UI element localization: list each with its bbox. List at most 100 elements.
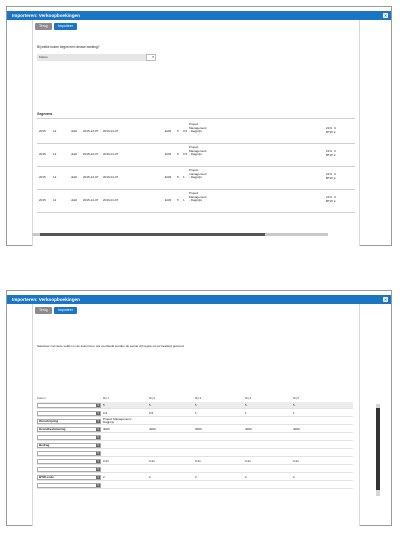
mapping-row: ▼ [37,482,353,489]
chevron-down-icon[interactable]: ▼ [96,444,100,447]
mapping-row: Grondbeslistening ▼ 4000 4000 3000 3000 3000 [37,426,353,433]
chevron-down-icon[interactable]: ▼ [96,428,100,431]
row-date2: 2016-01-07 [103,198,119,202]
mapping-row: ▼ 0.5 0.5 1 1 1 [37,410,353,417]
row-n1: 5 [177,198,179,202]
chevron-down-icon[interactable]: ▼ [96,484,100,487]
back-button[interactable]: Terug [35,307,52,314]
row-description: Project Management - Dagprijs [189,122,207,134]
cell-value: 1 [293,411,295,415]
row-status: draft [71,198,78,202]
cell-value: 5 [293,403,295,407]
window-titlebar: Importeren: Verkoopboekingen ✕ [7,11,391,20]
vertical-scrollbar[interactable] [376,404,380,496]
chevron-down-icon[interactable]: ▼ [96,468,100,471]
cell-value: 4000 [103,427,110,431]
window-title: Importeren: Verkoopboekingen [12,297,80,302]
chevron-down-icon[interactable]: ▼ [96,436,100,439]
row-description: Project Management - Dagprijs [189,191,207,203]
data-section-label: Gegevens [37,112,53,116]
scrollbar-thumb[interactable] [376,408,380,490]
row-year: 2015 [39,129,46,133]
cell-value: 5 [195,403,197,407]
column-header: Rij 3 [195,396,202,400]
row-n2: 0.5 [183,129,188,133]
import-button[interactable]: Importeer [54,307,77,314]
row-status: draft [71,152,78,156]
close-icon[interactable]: ✕ [383,297,388,302]
row-currency: EUR [165,198,172,202]
column-select[interactable]: ▼ [37,483,101,488]
row-n1: 5 [177,175,179,179]
row-currency: EUR [165,129,172,133]
mapping-row: Omschrijving ▼ Project Management - Dagpri… [37,417,353,425]
row-date1: 2015-12-07 [83,175,99,179]
cell-value: 4000 [149,427,156,431]
kolom-input[interactable]: 5 [146,54,156,61]
voucher-row: 2015 12 draft 2015-12-07 2016-01-07 EUR 5 1 Proj… [37,167,355,189]
mapping-row: ▼ 5 5 5 5 5 [37,402,353,409]
column-select[interactable]: Grondbeslistening ▼ [37,427,101,432]
column-select[interactable]: ▼ [37,467,101,472]
column-header: Kolom [37,396,46,400]
column-select[interactable]: ▼ [37,435,101,440]
row-n1: 5 [177,129,179,133]
column-select[interactable]: ▼ [37,403,101,408]
cell-value: 5 [149,403,151,407]
close-icon[interactable]: ✕ [383,13,388,18]
row-period: 12 [53,129,57,133]
row-year: 2015 [39,198,46,202]
cell-value: 3000 [245,427,252,431]
import-window-step1: Importeren: Verkoopboekingen ✕ Terug Imp… [6,6,392,246]
row-period: 12 [53,175,57,179]
cell-value: 3000 [195,427,202,431]
start-column-question: Bij welke kolom begint een nieuwe boekin… [37,45,100,49]
chevron-down-icon[interactable]: ▼ [96,404,100,407]
import-window-step2: Importeren: Verkoopboekingen ✕ Terug Imp… [6,290,392,526]
row-tax-value: C k [334,126,337,134]
cell-value: 2 [245,475,247,479]
scrollbar-thumb[interactable] [40,233,265,236]
voucher-row: 2015 12 draft 2015-12-07 2016-01-07 EUR 5 0.5 Pr… [37,121,355,143]
voucher-row: 2015 12 draft 2015-12-07 2016-01-07 EUR 5 0.5 Pr… [37,144,355,166]
column-select[interactable]: ▼ [37,459,101,464]
row-period: 12 [53,152,57,156]
content-panel: Terug Importeer Selecteer met deze velde… [32,304,380,526]
cell-value: 0.5 [103,411,108,415]
chevron-down-icon[interactable]: ▼ [96,420,100,423]
cell-value: 3000 [293,427,300,431]
window-title: Importeren: Verkoopboekingen [12,13,80,18]
row-tax-label: 21% BTW [326,126,333,134]
row-currency: EUR [165,175,172,179]
cell-value: 0.21 [149,459,155,463]
column-select[interactable]: Omschrijving ▼ [37,419,101,424]
row-tax-value: C k [334,172,337,180]
column-select[interactable]: BTW-code ▼ [37,475,101,480]
row-status: draft [71,129,78,133]
chevron-down-icon[interactable]: ▼ [96,460,100,463]
chevron-down-icon[interactable]: ▼ [96,412,100,415]
column-select[interactable]: ▼ [37,451,101,456]
back-button[interactable]: Terug [35,23,52,30]
column-header: Rij 5 [293,396,300,400]
voucher-row: 2015 12 draft 2015-12-07 2016-01-07 EUR 5 1 Proj… [37,190,355,212]
row-date2: 2016-01-07 [103,152,119,156]
row-currency: EUR [165,152,172,156]
column-header: Rij 2 [149,396,156,400]
mapping-row: ▼ [37,434,353,441]
divider [37,212,355,213]
cell-value: Project Management - Dagprijs [103,417,133,425]
row-tax-value: C k [334,195,337,203]
column-select[interactable]: Bedrag ▼ [37,443,101,448]
cell-value: 0.21 [195,459,201,463]
horizontal-scrollbar[interactable] [32,233,328,236]
chevron-down-icon[interactable]: ▼ [96,476,100,479]
row-description: Project Management - Dagprijs [189,145,207,157]
row-date2: 2016-01-07 [103,175,119,179]
chevron-down-icon[interactable]: ▼ [96,452,100,455]
kolom-label: Kolom [37,54,156,61]
import-button[interactable]: Importeer [54,23,77,30]
column-select[interactable]: ▼ [37,411,101,416]
cell-value: 5 [103,403,105,407]
row-n2: 1 [183,175,185,179]
